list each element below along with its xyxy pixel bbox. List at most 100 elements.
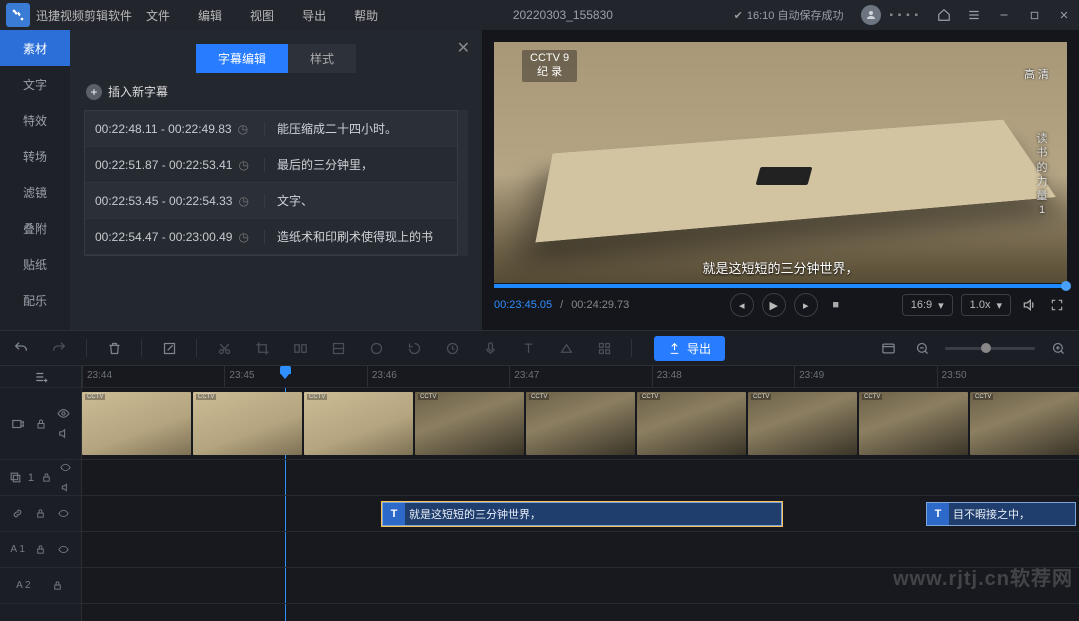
preview-canvas[interactable]: CCTV 9 纪 录 高 清 读书的力量 1 就是这短短的三分钟世界， — [494, 42, 1067, 283]
maximize-button[interactable] — [1019, 0, 1049, 30]
redo-button[interactable] — [48, 337, 70, 359]
eye-icon — [57, 507, 71, 521]
user-avatar[interactable] — [861, 5, 881, 25]
clip-thumb[interactable]: CCTV — [637, 392, 746, 455]
autosave-status: ✔16:10 自动保存成功 — [734, 7, 844, 23]
overlay-track[interactable] — [82, 460, 1079, 496]
panel-close-icon[interactable]: ✕ — [457, 38, 470, 58]
track-header-3[interactable] — [0, 496, 81, 532]
nav-transition[interactable]: 转场 — [0, 138, 70, 174]
subtitle-clip[interactable]: T 目不暇接之中， — [926, 502, 1076, 526]
clip-thumb[interactable]: CCTV — [970, 392, 1079, 455]
close-button[interactable] — [1049, 0, 1079, 30]
tool-c[interactable] — [555, 337, 577, 359]
subtitle-row[interactable]: 00:22:54.47 - 00:23:00.49◷ 造纸术和印刷术使得现上的书 — [85, 219, 457, 255]
rotate-button[interactable] — [403, 337, 425, 359]
clock-icon: ◷ — [238, 230, 248, 244]
video-track[interactable]: CCTV CCTV CCTV CCTV CCTV CCTV CCTV CCTV … — [82, 388, 1079, 460]
subtitle-scrollbar[interactable] — [458, 110, 468, 256]
mic-button[interactable] — [479, 337, 501, 359]
text-button[interactable] — [517, 337, 539, 359]
speed-select[interactable]: 1.0x▾ — [961, 294, 1011, 316]
next-frame-button[interactable]: ▸ — [794, 293, 818, 317]
mosaic-button[interactable] — [593, 337, 615, 359]
nav-music[interactable]: 配乐 — [0, 282, 70, 318]
snapshot-button[interactable] — [877, 337, 899, 359]
sound-icon — [57, 427, 71, 441]
nav-material[interactable]: 素材 — [0, 30, 70, 66]
subtitle-row[interactable]: 00:22:53.45 - 00:22:54.33◷ 文字、 — [85, 183, 457, 219]
menu-help[interactable]: 帮助 — [340, 7, 392, 24]
tab-subtitle-edit[interactable]: 字幕编辑 — [196, 44, 288, 73]
aspect-ratio-select[interactable]: 16:9▾ — [902, 294, 953, 316]
speed-button[interactable] — [441, 337, 463, 359]
prev-frame-button[interactable]: ◂ — [730, 293, 754, 317]
zoom-slider-knob[interactable] — [981, 343, 991, 353]
zoom-in-button[interactable] — [1047, 337, 1069, 359]
track-header-2[interactable]: 1 — [0, 460, 81, 496]
audio-track-1[interactable] — [82, 532, 1079, 568]
delete-button[interactable] — [103, 337, 125, 359]
split-button[interactable] — [289, 337, 311, 359]
subtitle-panel: ✕ 字幕编辑 样式 + 插入新字幕 00:22:48.11 - 00:22:49… — [70, 30, 482, 330]
cut-button[interactable] — [213, 337, 235, 359]
clock-icon: ◷ — [238, 122, 248, 136]
clip-thumb[interactable]: CCTV — [526, 392, 635, 455]
time-ruler[interactable]: 23:44 23:45 23:46 23:47 23:48 23:49 23:5… — [82, 366, 1079, 388]
chevron-down-icon: ▾ — [938, 299, 944, 312]
menu-view[interactable]: 视图 — [236, 7, 288, 24]
stop-button[interactable]: ■ — [826, 295, 846, 315]
play-button[interactable]: ▶ — [762, 293, 786, 317]
nav-text[interactable]: 文字 — [0, 66, 70, 102]
clip-thumb[interactable]: CCTV — [748, 392, 857, 455]
timeline: 1 A 1 A 2 23:44 23:45 23:46 23:47 — [0, 366, 1079, 621]
clip-thumb[interactable]: CCTV — [82, 392, 191, 455]
subtitle-track[interactable]: T 就是这短短的三分钟世界， T 目不暇接之中， — [82, 496, 1079, 532]
clip-thumb[interactable]: CCTV — [415, 392, 524, 455]
audio-track-2[interactable] — [82, 568, 1079, 604]
clip-thumb[interactable]: CCTV — [304, 392, 413, 455]
zoom-slider[interactable] — [945, 347, 1035, 350]
export-button[interactable]: 导出 — [654, 336, 725, 361]
subtitle-clip[interactable]: T 就是这短短的三分钟世界， — [382, 502, 782, 526]
clip-thumb[interactable]: CCTV — [859, 392, 968, 455]
insert-subtitle-button[interactable]: + 插入新字幕 — [86, 83, 468, 100]
scrub-bar[interactable] — [494, 284, 1067, 288]
timeline-toolbar: 导出 — [0, 330, 1079, 366]
link-track-icon — [11, 507, 25, 521]
home-button[interactable] — [929, 0, 959, 30]
track-header-a1[interactable]: A 1 — [0, 532, 81, 568]
tracklist-button[interactable] — [0, 366, 81, 388]
undo-button[interactable] — [10, 337, 32, 359]
edit-button[interactable] — [158, 337, 180, 359]
track-header-a2[interactable]: A 2 — [0, 568, 81, 604]
video-track-header[interactable] — [0, 388, 81, 460]
scrub-handle[interactable] — [1061, 281, 1071, 291]
subtitle-row[interactable]: 00:22:48.11 - 00:22:49.83◷ 能压缩成二十四小时。 — [85, 111, 457, 147]
fullscreen-icon[interactable] — [1047, 295, 1067, 315]
nav-sticker[interactable]: 贴纸 — [0, 246, 70, 282]
tab-subtitle-style[interactable]: 样式 — [288, 44, 356, 73]
hamburger-button[interactable] — [959, 0, 989, 30]
nav-filter[interactable]: 滤镜 — [0, 174, 70, 210]
menu-edit[interactable]: 编辑 — [184, 7, 236, 24]
lock-icon — [39, 471, 53, 485]
menu-file[interactable]: 文件 — [132, 7, 184, 24]
tool-b[interactable] — [365, 337, 387, 359]
crop-button[interactable] — [251, 337, 273, 359]
program-title: 读书的力量 1 — [1035, 132, 1049, 218]
minimize-button[interactable] — [989, 0, 1019, 30]
export-icon — [668, 342, 681, 355]
subtitle-row[interactable]: 00:22:51.87 - 00:22:53.41◷ 最后的三分钟里， — [85, 147, 457, 183]
time-current: 00:23:45.05 — [494, 299, 552, 311]
lock-icon — [34, 507, 48, 521]
clip-thumb[interactable]: CCTV — [193, 392, 302, 455]
track-body[interactable]: 23:44 23:45 23:46 23:47 23:48 23:49 23:5… — [82, 366, 1079, 621]
title-bar: 迅捷视频剪辑软件 文件 编辑 视图 导出 帮助 20220303_155830 … — [0, 0, 1079, 30]
zoom-out-button[interactable] — [911, 337, 933, 359]
nav-effects[interactable]: 特效 — [0, 102, 70, 138]
volume-icon[interactable] — [1019, 295, 1039, 315]
tool-a[interactable] — [327, 337, 349, 359]
nav-overlay[interactable]: 叠附 — [0, 210, 70, 246]
menu-export[interactable]: 导出 — [288, 7, 340, 24]
